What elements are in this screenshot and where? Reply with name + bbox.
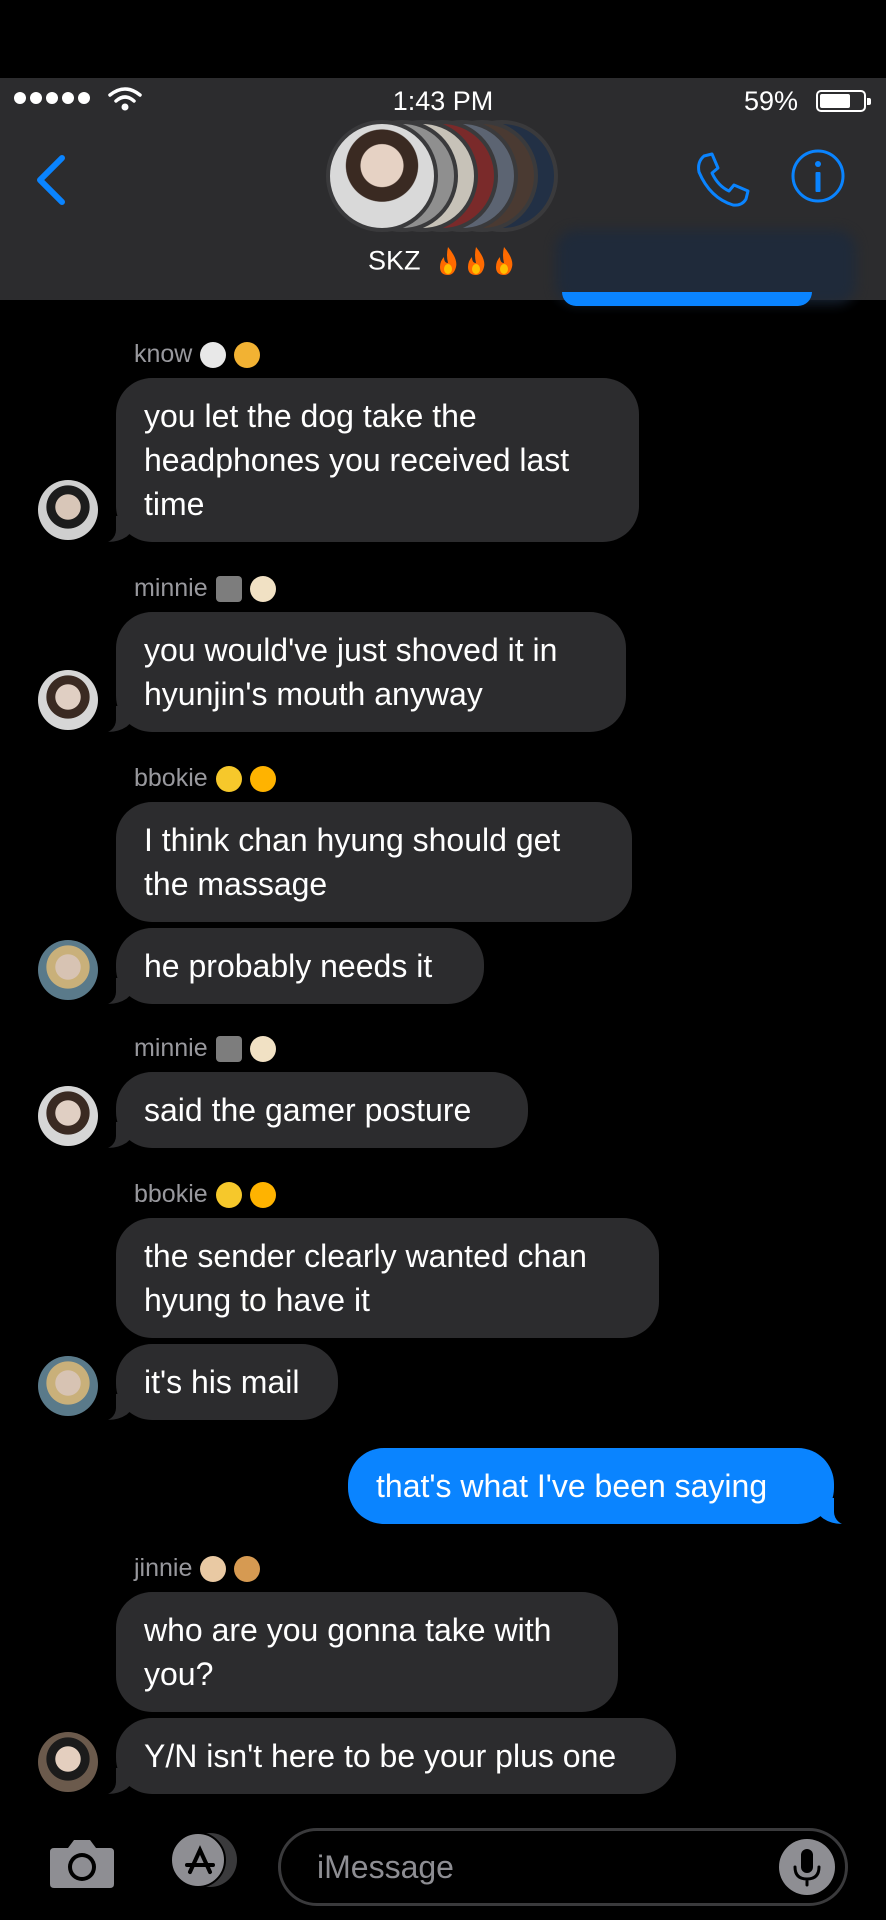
message-bubble[interactable]: I think chan hyung should get the massag… (116, 802, 632, 922)
top-black-area (0, 0, 886, 78)
dog-emoji-icon (249, 575, 276, 602)
avatar[interactable] (38, 670, 98, 730)
sender-name: bbokie (134, 1180, 276, 1209)
group-avatar-main (326, 120, 438, 232)
chick-emoji-icon (215, 765, 242, 792)
chick-emoji-icon (215, 1181, 242, 1208)
sun-emoji-icon (249, 765, 276, 792)
sender-name: jinnie (134, 1554, 261, 1583)
app-store-icon[interactable] (160, 1832, 242, 1888)
message-bubble[interactable]: said the gamer posture (96, 1072, 528, 1150)
microphone-emoji-icon (215, 575, 242, 602)
sun-emoji-icon (249, 1181, 276, 1208)
message-bubble[interactable]: Y/N isn't here to be your plus one (96, 1718, 676, 1796)
avatar[interactable] (38, 1732, 98, 1792)
status-bar: 1:43 PM 59% (0, 78, 886, 122)
sender-name: know (134, 340, 261, 369)
imessage-input[interactable]: iMessage (278, 1828, 848, 1906)
dog-emoji-icon (249, 1035, 276, 1062)
back-chevron-icon[interactable] (30, 150, 70, 210)
avatar[interactable] (38, 480, 98, 540)
phone-icon[interactable] (692, 150, 752, 210)
camera-icon[interactable] (48, 1836, 116, 1890)
sender-name: minnie (134, 1034, 276, 1063)
sender-name: bbokie (134, 764, 276, 793)
previous-outgoing-bubble (562, 292, 812, 306)
battery-percentage: 59% (743, 86, 798, 116)
avatar[interactable] (38, 1356, 98, 1416)
avatar[interactable] (38, 940, 98, 1000)
shell-emoji-icon (200, 1555, 227, 1582)
microphone-icon[interactable] (779, 1839, 835, 1895)
rabbit-emoji-icon (200, 341, 227, 368)
cat-emoji-icon (234, 341, 261, 368)
message-bubble[interactable]: he probably needs it (96, 928, 484, 1006)
microphone-emoji-icon (215, 1035, 242, 1062)
avatar[interactable] (38, 1086, 98, 1146)
message-bubble[interactable]: the sender clearly wanted chan hyung to … (116, 1218, 659, 1338)
info-icon[interactable] (790, 148, 846, 204)
battery-icon (816, 90, 871, 112)
group-avatars[interactable] (326, 120, 558, 232)
message-composer: iMessage (0, 1800, 886, 1920)
message-bubble[interactable]: who are you gonna take with you? (116, 1592, 618, 1712)
message-bubble[interactable]: you let the dog take the headphones you … (96, 378, 639, 544)
sender-name: minnie (134, 574, 276, 603)
message-bubble[interactable]: you would've just shoved it in hyunjin's… (96, 612, 626, 734)
outgoing-message-bubble[interactable]: that's what I've been saying (348, 1448, 854, 1526)
palette-emoji-icon (234, 1555, 261, 1582)
fire-emoji-icon (440, 246, 513, 275)
message-bubble[interactable]: it's his mail (96, 1344, 338, 1422)
